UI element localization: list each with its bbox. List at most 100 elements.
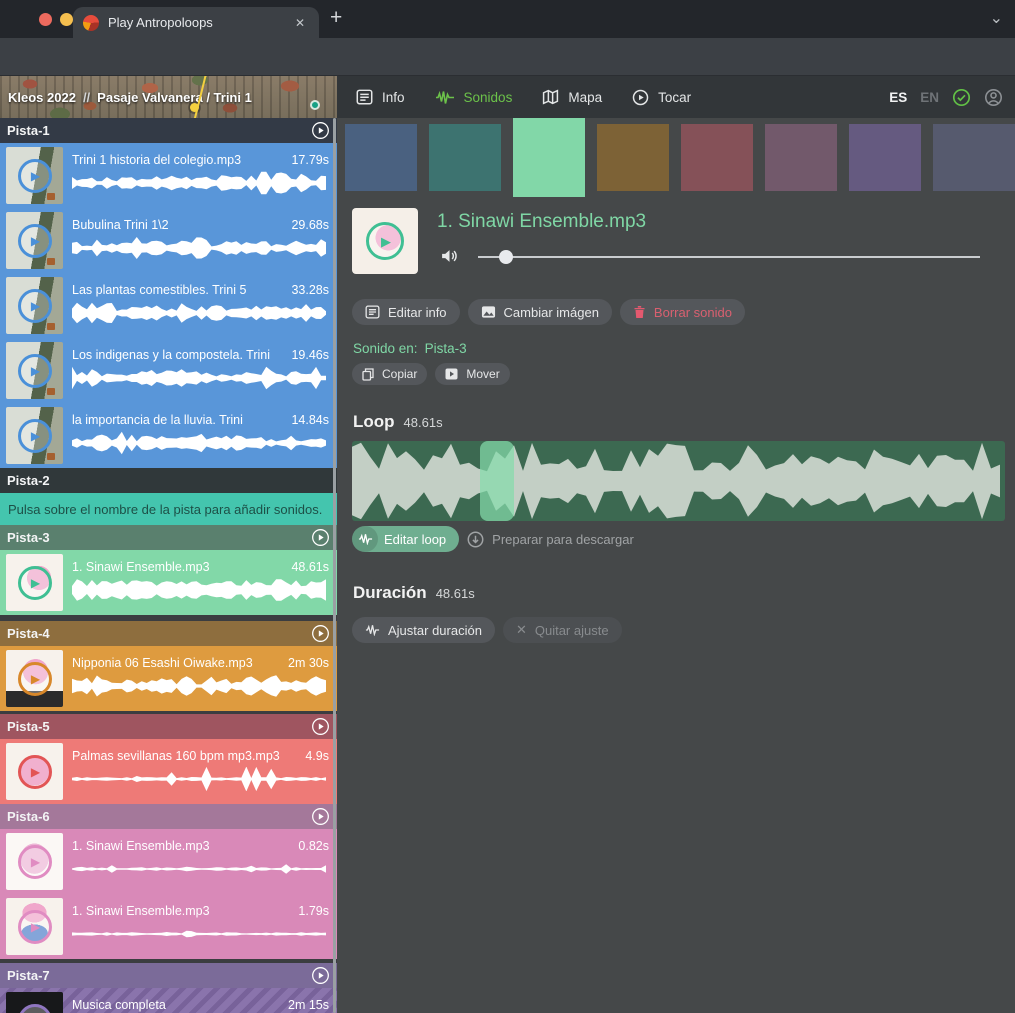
breadcrumb-project[interactable]: Kleos 2022 — [8, 90, 76, 105]
tab-mapa[interactable]: Mapa — [542, 89, 602, 105]
sound-thumbnail[interactable]: ▶ — [6, 833, 63, 890]
sound-thumbnail[interactable]: ▶ — [6, 342, 63, 399]
tab-info[interactable]: Info — [356, 89, 405, 105]
sidebar-scrollbar[interactable] — [333, 118, 336, 1013]
sound-thumbnail[interactable]: ▶ — [6, 743, 63, 800]
play-icon[interactable]: ▶ — [18, 289, 52, 323]
play-icon[interactable]: ▶ — [18, 159, 52, 193]
move-button[interactable]: Mover — [435, 363, 509, 385]
volume-slider-knob[interactable] — [499, 250, 513, 264]
sound-thumbnail[interactable]: ▶ — [6, 650, 63, 707]
sound-row[interactable]: ▶ Palmas sevillanas 160 bpm mp3.mp34.9s — [0, 739, 337, 804]
sound-thumbnail[interactable]: ▶ — [6, 407, 63, 464]
account-icon[interactable] — [984, 88, 1003, 107]
sound-duration: 0.82s — [298, 839, 329, 853]
track-play-button[interactable] — [311, 624, 330, 643]
sound-detail-thumbnail[interactable]: ▶ — [352, 208, 418, 274]
new-tab-button[interactable]: + — [330, 6, 342, 30]
play-icon[interactable]: ▶ — [18, 1004, 52, 1013]
color-swatch-selected[interactable] — [513, 118, 585, 197]
color-swatch[interactable] — [429, 124, 501, 191]
sound-thumbnail[interactable]: ▶ — [6, 147, 63, 204]
sound-thumbnail[interactable]: ▶ — [6, 277, 63, 334]
prepare-download-button[interactable]: Preparar para descargar — [467, 531, 634, 548]
track-name[interactable]: Pista-1 — [7, 123, 50, 138]
track-name[interactable]: Pista-3 — [7, 530, 50, 545]
track-name[interactable]: Pista-6 — [7, 809, 50, 824]
track-header[interactable]: Pista-6 — [0, 804, 337, 829]
track-header[interactable]: Pista-5 — [0, 714, 337, 739]
track-play-button[interactable] — [311, 807, 330, 826]
track-play-button[interactable] — [311, 717, 330, 736]
tab-tocar[interactable]: Tocar — [632, 89, 691, 106]
color-swatch[interactable] — [681, 124, 753, 191]
track-name[interactable]: Pista-2 — [7, 473, 50, 488]
track-name[interactable]: Pista-7 — [7, 968, 50, 983]
sound-thumbnail[interactable]: ▶ — [6, 992, 63, 1013]
delete-sound-button[interactable]: Borrar sonido — [620, 299, 745, 325]
color-swatch[interactable] — [849, 124, 921, 191]
play-icon[interactable]: ▶ — [18, 910, 52, 944]
sound-thumbnail[interactable]: ▶ — [6, 554, 63, 611]
tab-sonidos[interactable]: Sonidos — [435, 90, 513, 105]
track-play-button[interactable] — [311, 966, 330, 985]
sound-row[interactable]: ▶ Bubulina Trini 1\229.68s — [0, 208, 337, 273]
tab-search-chevron-icon[interactable]: ⌄ — [990, 8, 1003, 28]
sound-row[interactable]: ▶ Trini 1 historia del colegio.mp317.79s — [0, 143, 337, 208]
color-swatch[interactable] — [345, 124, 417, 191]
edit-info-button[interactable]: Editar info — [352, 299, 460, 325]
edit-loop-button[interactable]: Editar loop — [352, 526, 459, 552]
play-icon[interactable]: ▶ — [18, 566, 52, 600]
sound-waveform — [72, 171, 329, 195]
track-header[interactable]: Pista-7 — [0, 963, 337, 988]
sound-row[interactable]: ▶ Musica completa2m 15s — [0, 988, 337, 1013]
track-play-button[interactable] — [311, 121, 330, 140]
loop-waveform-panel[interactable] — [352, 441, 1005, 521]
traffic-light-minimize[interactable] — [60, 13, 73, 26]
volume-slider[interactable] — [478, 256, 980, 258]
sound-row[interactable]: ▶ Los indigenas y la compostela. Trini19… — [0, 338, 337, 403]
track-header[interactable]: Pista-1 — [0, 118, 337, 143]
play-icon[interactable]: ▶ — [18, 419, 52, 453]
sound-row[interactable]: ▶ la importancia de la lluvia. Trini14.8… — [0, 403, 337, 468]
color-swatch[interactable] — [933, 124, 1015, 191]
color-swatch[interactable] — [765, 124, 837, 191]
track-name[interactable]: Pista-4 — [7, 626, 50, 641]
copy-button[interactable]: Copiar — [352, 363, 427, 385]
traffic-light-close[interactable] — [39, 13, 52, 26]
sound-duration: 17.79s — [291, 153, 329, 167]
play-icon[interactable]: ▶ — [18, 755, 52, 789]
volume-icon[interactable] — [440, 247, 459, 265]
change-image-button[interactable]: Cambiar imágen — [468, 299, 612, 325]
play-icon[interactable]: ▶ — [366, 222, 404, 260]
track-name[interactable]: Pista-5 — [7, 719, 50, 734]
sound-row[interactable]: ▶ 1. Sinawi Ensemble.mp30.82s — [0, 829, 337, 894]
language-es[interactable]: ES — [889, 90, 907, 105]
track-header[interactable]: Pista-2 — [0, 468, 337, 493]
play-icon[interactable]: ▶ — [18, 224, 52, 258]
loop-selection-band[interactable] — [480, 441, 514, 521]
sound-location-link[interactable]: Pista-3 — [425, 341, 467, 356]
close-tab-icon[interactable]: ✕ — [291, 14, 309, 32]
play-triangle: ▶ — [31, 766, 40, 778]
play-icon[interactable]: ▶ — [18, 662, 52, 696]
play-icon[interactable]: ▶ — [18, 354, 52, 388]
sound-row[interactable]: ▶ 1. Sinawi Ensemble.mp31.79s — [0, 894, 337, 959]
sound-row[interactable]: ▶ Nipponia 06 Esashi Oiwake.mp32m 30s — [0, 646, 337, 711]
track-header[interactable]: Pista-3 — [0, 525, 337, 550]
play-icon[interactable]: ▶ — [18, 845, 52, 879]
adjust-duration-button[interactable]: Ajustar duración — [352, 617, 495, 643]
project-breadcrumb-map[interactable]: Kleos 2022 // Pasaje Valvanera / Trini 1 — [0, 76, 337, 118]
track-header[interactable]: Pista-4 — [0, 621, 337, 646]
browser-tab[interactable]: Play Antropoloops ✕ — [73, 7, 319, 38]
track-play-button[interactable] — [311, 528, 330, 547]
sound-row[interactable]: ▶ Las plantas comestibles. Trini 533.28s — [0, 273, 337, 338]
sound-row[interactable]: ▶ 1. Sinawi Ensemble.mp348.61s — [0, 550, 337, 615]
color-swatch[interactable] — [597, 124, 669, 191]
sound-waveform — [72, 301, 329, 325]
saved-check-icon[interactable] — [952, 88, 971, 107]
language-en[interactable]: EN — [920, 90, 939, 105]
sound-thumbnail[interactable]: ▶ — [6, 898, 63, 955]
sound-thumbnail[interactable]: ▶ — [6, 212, 63, 269]
clear-adjust-button[interactable]: ✕ Quitar ajuste — [503, 617, 622, 643]
